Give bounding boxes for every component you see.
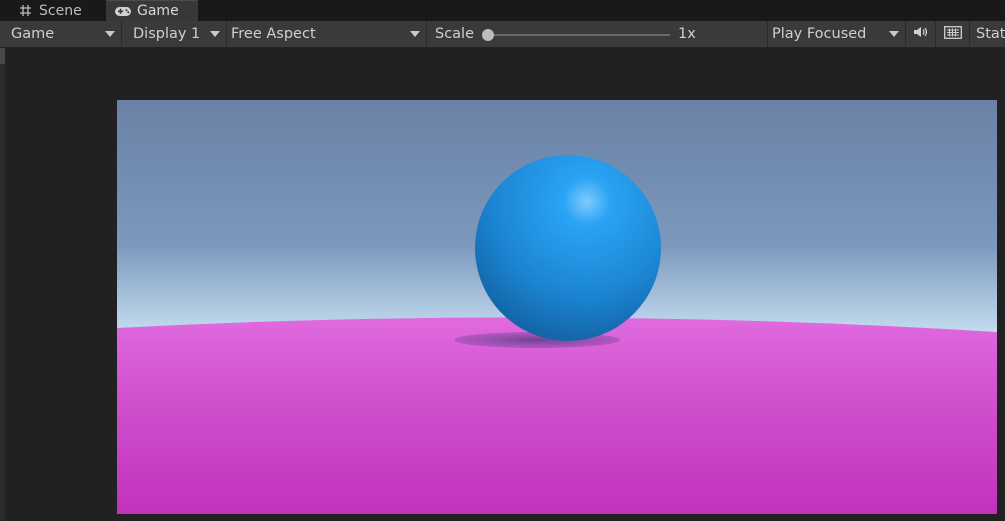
chevron-down-icon bbox=[889, 31, 899, 37]
play-mode-dropdown[interactable]: Play Focused bbox=[768, 21, 906, 47]
tab-bar: Scene Game bbox=[0, 0, 1005, 21]
scale-control: Scale 1x bbox=[427, 21, 768, 47]
scale-slider-track[interactable] bbox=[489, 34, 670, 36]
game-toolbar: Game Display 1 Free Aspect Scale 1x Play… bbox=[0, 21, 1005, 48]
chevron-down-icon bbox=[210, 31, 220, 37]
blue-sphere bbox=[475, 155, 661, 341]
gamepad-icon bbox=[114, 4, 132, 18]
stats-button[interactable]: Stat bbox=[970, 21, 1005, 47]
stats-label: Stat bbox=[976, 26, 1005, 42]
scale-label: Scale bbox=[435, 26, 475, 42]
left-panel-edge bbox=[0, 48, 5, 521]
chevron-down-icon bbox=[410, 31, 420, 37]
aspect-label: Free Aspect bbox=[231, 26, 316, 42]
speaker-icon bbox=[913, 26, 929, 42]
chevron-down-icon bbox=[105, 31, 115, 37]
keyboard-icon bbox=[943, 25, 962, 43]
mute-audio-button[interactable] bbox=[906, 21, 936, 47]
play-mode-label: Play Focused bbox=[772, 26, 867, 42]
game-render-canvas[interactable] bbox=[117, 100, 997, 514]
display-label: Display 1 bbox=[133, 26, 201, 42]
tab-game-label: Game bbox=[137, 3, 179, 19]
panel-resize-handle[interactable] bbox=[0, 48, 5, 64]
view-mode-label: Game bbox=[11, 26, 55, 42]
tab-game[interactable]: Game bbox=[106, 0, 198, 21]
shortcuts-button[interactable] bbox=[936, 21, 970, 47]
grid-hash-icon bbox=[16, 4, 34, 18]
display-dropdown[interactable]: Display 1 bbox=[122, 21, 227, 47]
aspect-dropdown[interactable]: Free Aspect bbox=[227, 21, 427, 47]
view-mode-dropdown[interactable]: Game bbox=[0, 21, 122, 47]
tab-scene[interactable]: Scene bbox=[0, 0, 106, 21]
scale-value: 1x bbox=[678, 26, 696, 42]
tab-scene-label: Scene bbox=[39, 2, 82, 19]
scale-slider-thumb[interactable] bbox=[482, 29, 494, 41]
unity-game-window: Scene Game Game Display 1 Free Aspect Sc… bbox=[0, 0, 1005, 521]
